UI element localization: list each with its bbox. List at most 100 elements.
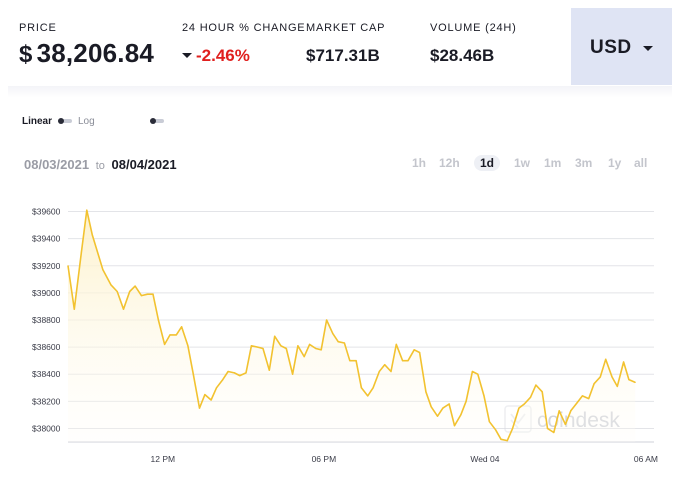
price-point [204,394,206,396]
market-cap-value: $717.31B [306,46,380,65]
price-point [511,427,514,429]
scale-log-option[interactable]: Log [78,116,95,127]
price-point [102,269,104,271]
price-point [80,251,82,253]
range-1d[interactable]: 1d [474,155,501,171]
price-point [233,372,235,374]
price-point [402,360,404,362]
range-1y[interactable]: 1y [608,156,621,170]
scale-linear-option[interactable]: Linear [22,116,52,127]
price-point [280,345,282,347]
price-point [500,438,502,440]
price-point [453,425,456,427]
price-point [315,347,317,350]
price-point [425,391,427,393]
price-point [483,395,485,397]
price-point [332,333,334,335]
price-point [337,341,339,343]
x-tick-label: 06 AM [634,454,658,464]
toggle-knob [58,118,64,124]
price-point [110,284,112,286]
x-tick-label: Wed 04 [470,454,499,464]
chevron-down-icon [643,46,653,51]
y-tick-label: $39400 [32,234,61,244]
price-point [122,308,125,310]
range-all[interactable]: all [634,156,647,170]
change-value: -2.46% [196,46,250,65]
price-point [147,293,149,295]
price-point [599,376,601,378]
price-point [116,290,118,293]
price-point [250,345,252,347]
price-point [634,381,636,383]
price-point [198,407,201,409]
y-tick-label: $39200 [32,261,61,271]
price-point [343,342,345,344]
y-tick-label: $38600 [32,342,61,352]
price-point [553,431,555,434]
price-point [181,326,183,328]
price-point [157,319,159,321]
price-point [471,370,473,373]
down-caret-icon [182,53,192,58]
toggle-knob [150,118,156,124]
price-point [523,403,525,405]
price-point [303,356,305,358]
price-point [86,209,88,211]
price-point [355,360,357,362]
price-point [372,387,374,389]
price-point [413,349,415,351]
price-point [274,335,276,337]
price-point [140,295,142,297]
price-point [448,403,450,405]
price-point [210,399,212,401]
y-tick-label: $39000 [32,288,61,298]
change-label: 24 HOUR % CHANGE [182,22,306,34]
price-point [222,379,224,381]
price-point [623,361,625,363]
price-point [91,234,93,236]
scale-log-toggle[interactable] [150,118,164,124]
price-point [73,308,75,310]
price-point [465,400,467,402]
price-point [164,343,166,345]
price-point [192,373,194,375]
range-1w[interactable]: 1w [514,156,530,170]
scale-linear-toggle[interactable] [58,118,72,124]
price-point [285,347,287,350]
volume-value: $28.46B [430,46,495,65]
price-chart[interactable]: $38000 $38200 $38400 $38600 $38800 $39000 $392… [0,195,680,475]
price-point [518,407,520,409]
price-point [576,402,578,404]
price-point [320,349,322,351]
currency-select[interactable]: USD [571,8,672,85]
price-point [477,373,479,375]
range-1m[interactable]: 1m [544,156,561,170]
price-point [309,343,311,345]
price-point [558,410,560,412]
currency-label: USD [590,37,632,58]
price-point [349,360,351,362]
price-point [570,410,572,412]
price-point [227,370,229,373]
price-point [187,345,189,347]
price-point [535,384,537,386]
y-tick-label: $38800 [32,315,61,325]
range-12h[interactable]: 12h [439,156,460,170]
price-point [378,370,380,373]
price-currency-symbol: $ [19,41,33,68]
price-point [384,364,386,366]
x-axis: 12 PM 06 PM Wed 04 06 AM [151,454,658,464]
price-amount: 38,206.84 [36,38,155,68]
price-point [546,427,549,429]
price-point [175,334,177,336]
price-point [460,414,462,416]
range-3m[interactable]: 3m [575,156,592,170]
range-1h[interactable]: 1h [412,156,426,170]
price-point [292,373,294,375]
price-point [268,369,270,371]
price-point [67,265,69,267]
price-point [588,398,590,400]
y-tick-label: $39600 [32,207,61,217]
price-point [239,375,241,377]
